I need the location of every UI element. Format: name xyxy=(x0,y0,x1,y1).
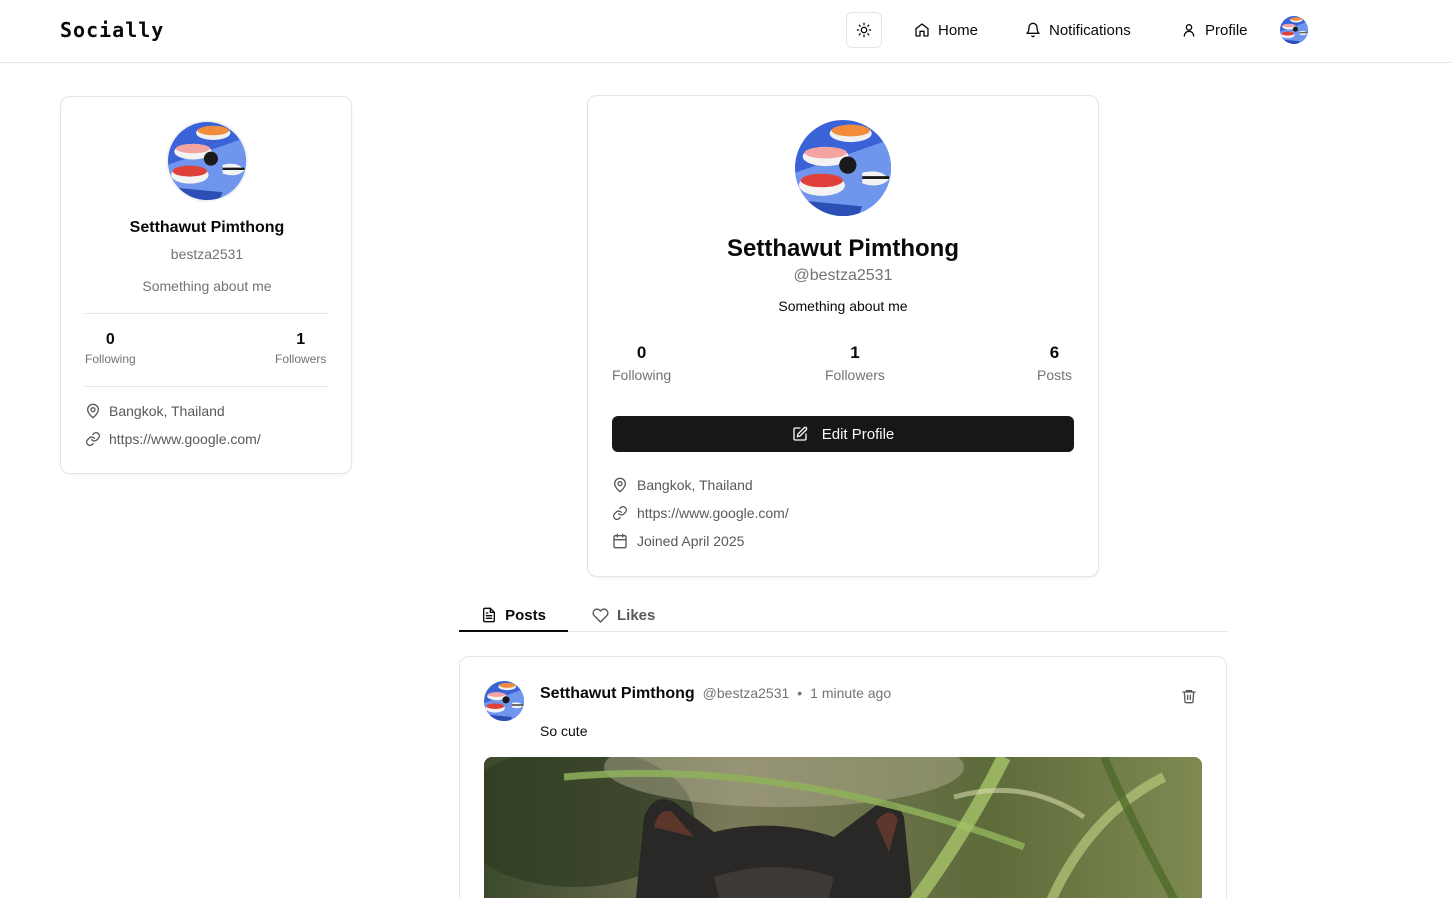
sidebar-followers-count: 1 xyxy=(296,331,306,348)
link-icon xyxy=(612,505,628,521)
heart-icon xyxy=(592,607,609,624)
sidebar-location-text: Bangkok, Thailand xyxy=(109,403,225,419)
sidebar-divider xyxy=(85,313,329,314)
profile-location: Bangkok, Thailand xyxy=(612,477,753,493)
nav-notifications-label: Notifications xyxy=(1049,21,1131,39)
sidebar-profile-card: Setthawut Pimthong bestza2531 Something … xyxy=(60,96,352,474)
sidebar-followers-stat: 1 Followers xyxy=(275,331,326,366)
profile-name: Setthawut Pimthong xyxy=(727,235,959,262)
profile-followers-count: 1 xyxy=(850,343,860,362)
user-icon xyxy=(1181,22,1197,38)
profile-website-link[interactable]: https://www.google.com/ xyxy=(637,505,789,521)
post-author-name[interactable]: Setthawut Pimthong xyxy=(540,685,695,703)
profile-followers-label: Followers xyxy=(825,367,885,383)
profile-joined: Joined April 2025 xyxy=(612,533,744,549)
profile-posts-label: Posts xyxy=(1037,367,1073,383)
sidebar-website[interactable]: https://www.google.com/ xyxy=(85,431,261,447)
top-navbar: Socially Home Notifications Profile xyxy=(0,0,1452,63)
sidebar-avatar[interactable] xyxy=(168,122,246,200)
post-timestamp: 1 minute ago xyxy=(810,685,892,701)
nav-home-link[interactable]: Home xyxy=(914,14,978,46)
post-author-handle: @bestza2531 xyxy=(702,685,790,701)
bell-icon xyxy=(1025,22,1041,38)
post-separator: • xyxy=(797,685,803,701)
profile-joined-text: Joined April 2025 xyxy=(637,533,745,549)
calendar-icon xyxy=(612,533,628,549)
profile-avatar xyxy=(795,120,891,216)
sidebar-bio: Something about me xyxy=(142,278,272,294)
profile-location-text: Bangkok, Thailand xyxy=(637,477,753,493)
theme-toggle-button[interactable] xyxy=(846,12,882,48)
profile-username: @bestza2531 xyxy=(793,267,893,284)
sun-icon xyxy=(856,22,872,38)
delete-post-button[interactable] xyxy=(1181,688,1199,706)
sidebar-username: bestza2531 xyxy=(170,246,244,262)
sidebar-following-stat: 0 Following xyxy=(85,331,136,366)
profile-tabs: Posts Likes xyxy=(459,600,1227,632)
post-card: Setthawut Pimthong @bestza2531 • 1 minut… xyxy=(459,656,1227,898)
profile-followers-stat: 1 Followers xyxy=(825,343,885,383)
profile-posts-stat: 6 Posts xyxy=(1037,343,1072,383)
trash-icon xyxy=(1181,688,1199,704)
sidebar-name[interactable]: Setthawut Pimthong xyxy=(61,219,353,237)
home-icon xyxy=(914,22,930,38)
nav-home-label: Home xyxy=(938,21,979,39)
user-menu-avatar[interactable] xyxy=(1280,16,1308,44)
post-author-avatar[interactable] xyxy=(484,681,524,721)
profile-posts-count: 6 xyxy=(1049,343,1060,362)
post-header: Setthawut Pimthong @bestza2531 • 1 minut… xyxy=(540,685,891,703)
nav-notifications-link[interactable]: Notifications xyxy=(1025,14,1131,46)
sidebar-divider xyxy=(85,386,329,387)
edit-icon xyxy=(792,426,808,442)
sidebar-following-count: 0 xyxy=(105,331,115,348)
tab-likes-label: Likes xyxy=(617,607,656,624)
tab-posts-label: Posts xyxy=(505,606,546,624)
sidebar-followers-label: Followers xyxy=(275,352,327,366)
sidebar-location: Bangkok, Thailand xyxy=(85,403,225,419)
post-content: So cute xyxy=(540,723,588,739)
nav-profile-link[interactable]: Profile xyxy=(1181,14,1248,46)
post-image[interactable] xyxy=(484,757,1202,898)
sidebar-following-label: Following xyxy=(85,352,136,366)
profile-following-count: 0 xyxy=(636,343,647,362)
edit-profile-label: Edit Profile xyxy=(821,425,895,443)
tab-likes[interactable]: Likes xyxy=(592,600,655,631)
edit-profile-button[interactable]: Edit Profile xyxy=(612,416,1074,452)
profile-following-stat: 0 Following xyxy=(612,343,671,383)
brand-logo[interactable]: Socially xyxy=(60,18,164,42)
profile-bio: Something about me xyxy=(778,298,908,314)
file-text-icon xyxy=(481,607,497,623)
profile-website[interactable]: https://www.google.com/ xyxy=(612,505,789,521)
profile-following-label: Following xyxy=(612,367,672,383)
nav-profile-label: Profile xyxy=(1205,21,1248,39)
link-icon xyxy=(85,431,101,447)
profile-card: Setthawut Pimthong @bestza2531 Something… xyxy=(587,95,1099,577)
tab-posts[interactable]: Posts xyxy=(459,600,568,632)
sidebar-website-link[interactable]: https://www.google.com/ xyxy=(109,431,261,447)
map-pin-icon xyxy=(612,477,628,493)
map-pin-icon xyxy=(85,403,101,419)
